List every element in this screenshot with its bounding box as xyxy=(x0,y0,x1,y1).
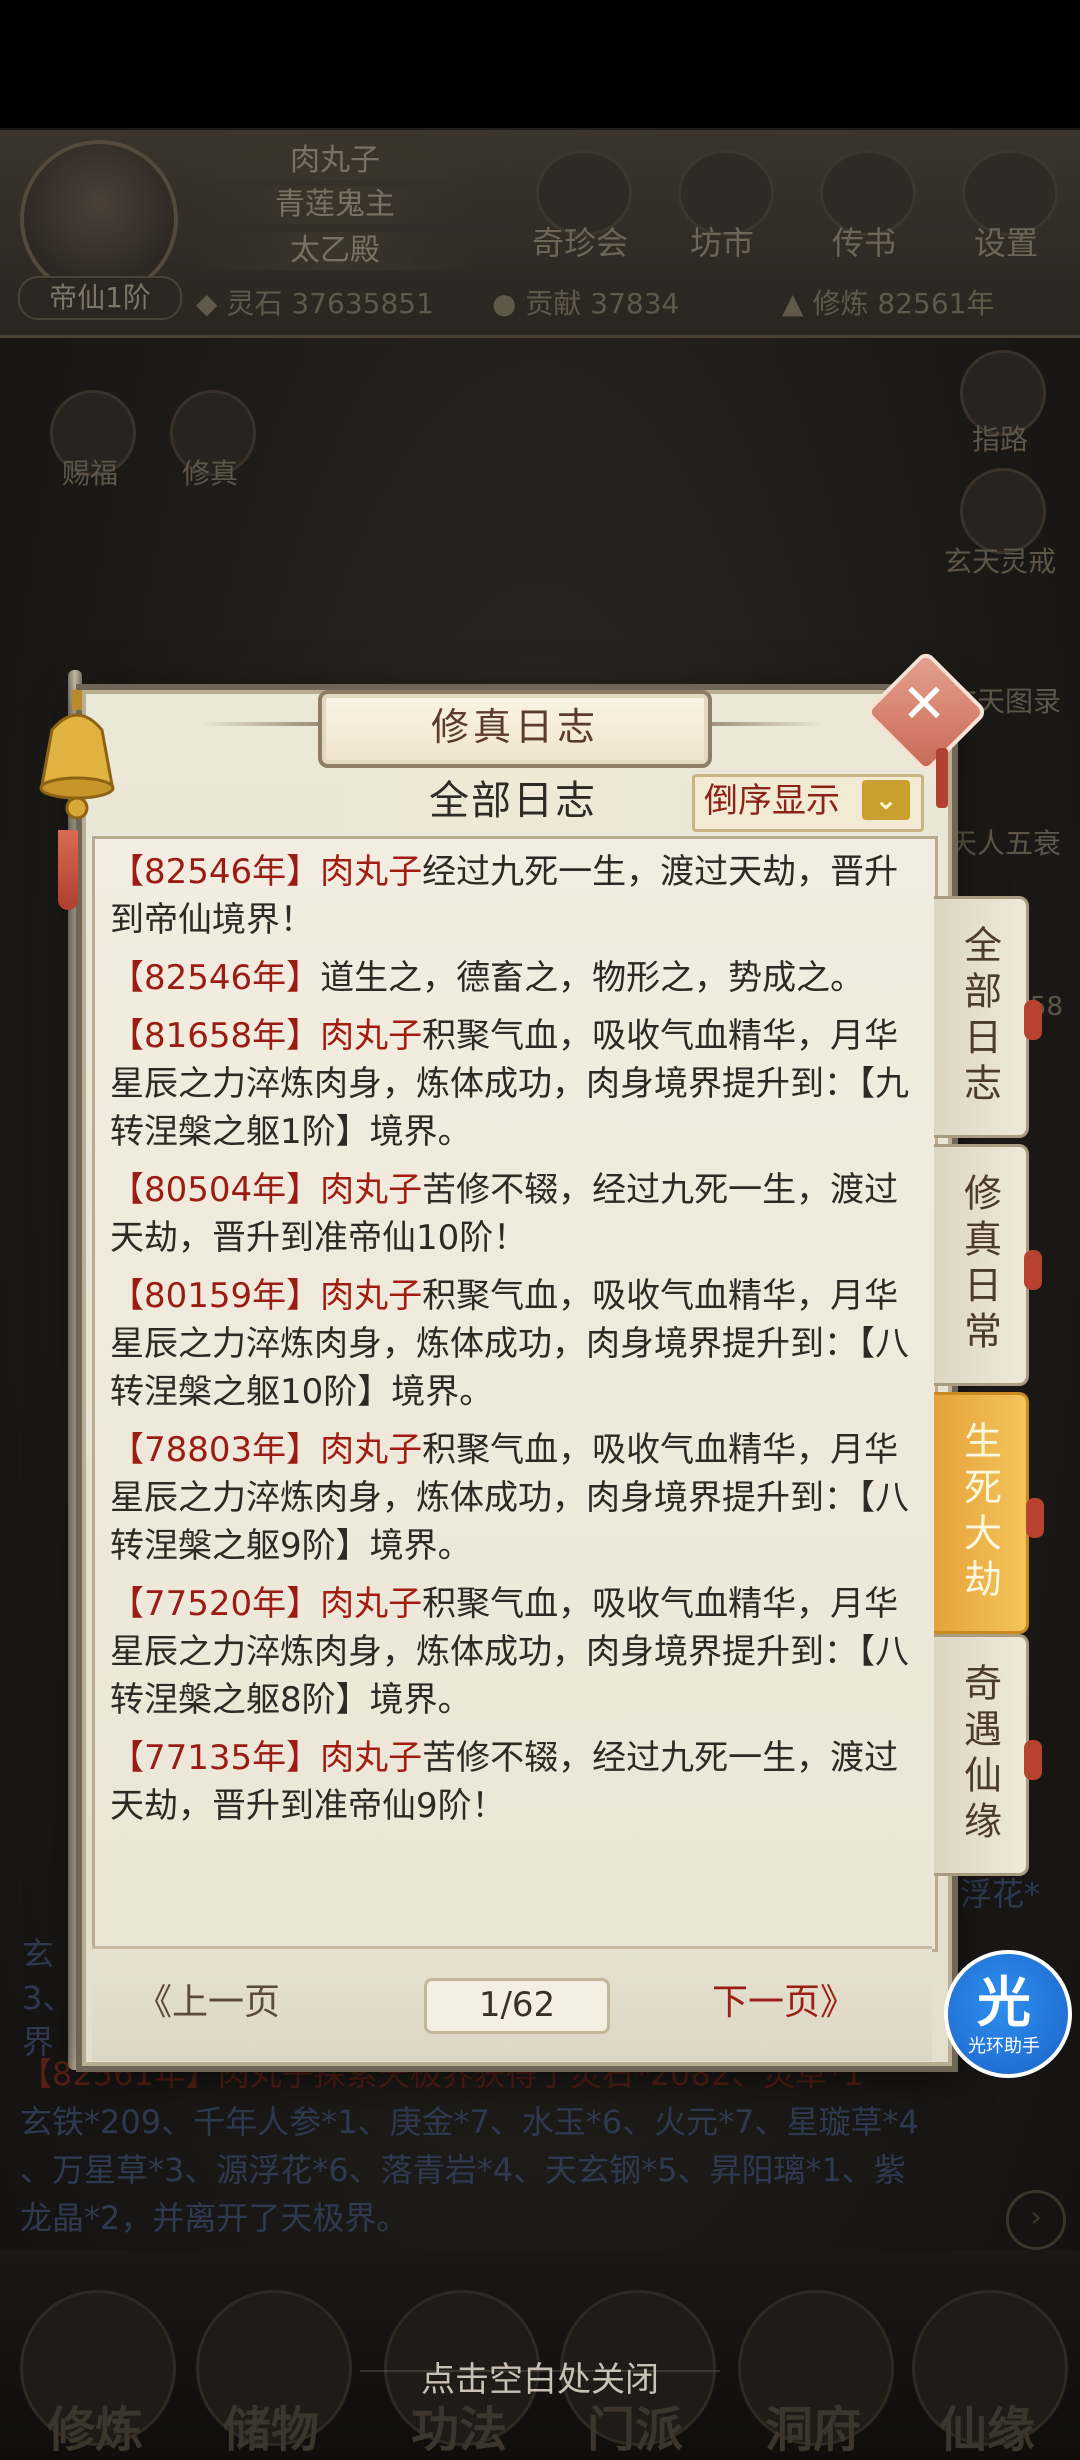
prev-page-button[interactable]: 《上一页 xyxy=(136,1978,316,2028)
player-sect: 太乙殿 xyxy=(190,232,480,270)
log-entry: 【80504年】肉丸子苦修不辍，经过九死一生，渡过天劫，晋升到准帝仙10阶！ xyxy=(110,1170,899,1258)
left-button-label[interactable]: 修真 xyxy=(145,452,275,492)
tab-encounters[interactable]: 奇遇仙缘 xyxy=(934,1634,1029,1876)
contribution-resource: ● 贡献 37834 xyxy=(492,287,680,320)
next-page-button[interactable]: 下一页》 xyxy=(712,1978,892,2028)
top-button-label[interactable]: 设置 xyxy=(946,218,1066,264)
chevron-right-icon[interactable]: › xyxy=(1006,2190,1066,2250)
tassel xyxy=(58,830,78,910)
page-indicator: 1/62 xyxy=(424,1978,610,2034)
status-bar xyxy=(0,0,1080,128)
right-button-label[interactable]: 指路 xyxy=(935,418,1065,458)
double-chevron-right-icon: 》 xyxy=(820,1982,857,2023)
helper-logo-icon[interactable]: 光 xyxy=(944,1958,1064,2037)
tab-knot xyxy=(1024,1250,1042,1290)
subtab-all-logs[interactable]: 全部日志 xyxy=(340,770,686,832)
tab-knot xyxy=(1024,1740,1042,1780)
tab-knot xyxy=(1026,1498,1044,1538)
contribution-icon: ● xyxy=(492,287,517,320)
tab-daily-cultivation[interactable]: 修真日常 xyxy=(934,1144,1029,1386)
close-icon[interactable]: ✕ xyxy=(884,664,964,744)
player-title: 青莲鬼主 xyxy=(190,186,480,224)
log-list: 【82546年】肉丸子经过九死一生，渡过天劫，晋升到帝仙境界！ 【82546年】… xyxy=(110,848,920,1840)
tab-all-logs[interactable]: 全部日志 xyxy=(934,896,1029,1138)
dialog-title: 修真日志 xyxy=(318,690,712,768)
player-name: 肉丸子 xyxy=(190,142,480,180)
cultivation-icon: ▲ xyxy=(782,287,804,320)
top-button-label[interactable]: 传书 xyxy=(804,218,924,264)
log-entry: 【78803年】肉丸子积聚气血，吸收气血精华，月华星辰之力淬炼肉身，炼体成功，肉… xyxy=(110,1430,909,1566)
cultivation-resource: ▲ 修炼 82561年 xyxy=(782,287,995,320)
right-button-label[interactable]: 天人五衰 xyxy=(940,822,1070,862)
log-entry: 【82546年】肉丸子经过九死一生，渡过天劫，晋升到帝仙境界！ xyxy=(110,852,899,940)
title-decoration xyxy=(704,722,824,726)
bell-icon xyxy=(39,690,115,820)
background-log: 【82561年】肉丸子探索天极界获得了灵石*2082、灵草*1 玄铁*209、千… xyxy=(20,2055,919,2237)
background-log-fragment: 玄 3、 界 xyxy=(22,1935,75,2061)
log-entry: 【82546年】道生之，德畜之，物形之，势成之。 xyxy=(110,958,865,998)
tab-knot xyxy=(1024,1000,1042,1040)
top-button-label[interactable]: 奇珍会 xyxy=(520,218,640,264)
spirit-stone-resource: ◆ 灵石 37635851 xyxy=(196,287,434,320)
log-entry: 【81658年】肉丸子积聚气血，吸收气血精华，月华星辰之力淬炼肉身，炼体成功，肉… xyxy=(110,1016,909,1152)
double-chevron-left-icon: 《 xyxy=(136,1982,173,2023)
tab-life-death-tribulation[interactable]: 生死大劫 xyxy=(934,1392,1029,1634)
right-button-label[interactable]: 玄天灵戒 xyxy=(935,540,1065,580)
rank-badge: 帝仙1阶 xyxy=(18,276,182,320)
avatar[interactable] xyxy=(20,140,178,298)
background-log-fragment: 浮花* xyxy=(960,1875,1041,1913)
title-decoration xyxy=(200,722,318,726)
top-button-label[interactable]: 坊市 xyxy=(662,218,782,264)
log-entry: 【77135年】肉丸子苦修不辍，经过九死一生，渡过天劫，晋升到准帝仙9阶！ xyxy=(110,1738,899,1826)
left-button-label[interactable]: 赐福 xyxy=(25,452,155,492)
tassel xyxy=(936,748,948,808)
sort-label[interactable]: 倒序显示 xyxy=(704,778,854,824)
spirit-stone-icon: ◆ xyxy=(196,287,218,320)
helper-label[interactable]: 光环助手 xyxy=(944,2032,1064,2058)
close-hint[interactable]: 点击空白处关闭 xyxy=(0,2352,1080,2401)
log-entry: 【80159年】肉丸子积聚气血，吸收气血精华，月华星辰之力淬炼肉身，炼体成功，肉… xyxy=(110,1276,909,1412)
log-entry: 【77520年】肉丸子积聚气血，吸收气血精华，月华星辰之力淬炼肉身，炼体成功，肉… xyxy=(110,1584,909,1720)
chevron-down-icon[interactable]: ⌄ xyxy=(862,780,910,820)
